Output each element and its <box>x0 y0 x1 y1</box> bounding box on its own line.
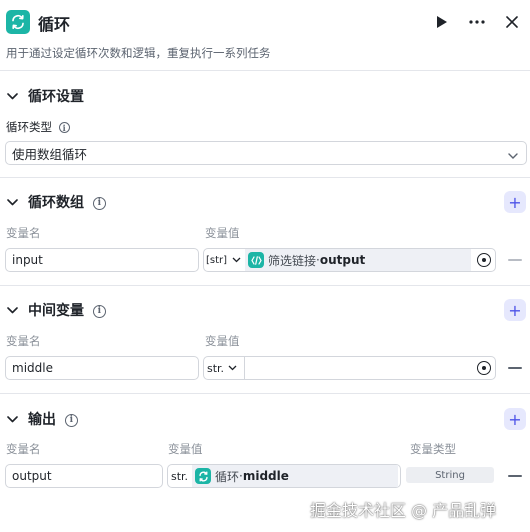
chevron-down-icon[interactable] <box>6 90 18 102</box>
column-header-name: 变量名 <box>6 226 41 240</box>
loop-type-label: 循环类型 i <box>6 119 70 135</box>
node-header: 循环 <box>0 0 530 44</box>
divider <box>0 177 530 178</box>
add-output-var-button[interactable]: + <box>504 408 526 430</box>
code-node-icon <box>248 252 264 268</box>
column-header-value: 变量值 <box>168 442 203 456</box>
output-var-name-value: output <box>12 469 52 483</box>
loop-array-section-header[interactable]: 循环数组 i + <box>0 190 530 214</box>
output-section-header[interactable]: 输出 i + <box>0 407 530 431</box>
loop-settings-section-header[interactable]: 循环设置 <box>0 84 530 108</box>
chevron-down-icon <box>228 365 237 371</box>
watermark-text: 掘金技术社区 @ 产品乱弹 <box>310 501 497 520</box>
output-var-name-input[interactable]: output <box>5 464 163 488</box>
node-reference-chip[interactable]: 筛选链接 · output <box>245 249 471 271</box>
chevron-down-icon[interactable] <box>6 304 18 316</box>
column-header-value: 变量值 <box>205 226 240 240</box>
info-icon[interactable]: i <box>58 122 70 133</box>
output-var-value-ref[interactable]: str. 循环 · middle <box>167 464 401 488</box>
var-type-tag: String <box>406 467 494 483</box>
section-title-text: 输出 <box>28 412 56 428</box>
type-badge: str. <box>171 469 189 483</box>
info-icon[interactable]: i <box>92 304 106 318</box>
array-var-name-value: input <box>12 253 43 267</box>
loop-type-value: 使用数组循环 <box>12 146 88 162</box>
remove-row-button[interactable] <box>508 259 522 261</box>
ref-field-name: middle <box>242 469 289 483</box>
ref-field-name: output <box>319 253 366 267</box>
column-header-name: 变量名 <box>6 442 41 456</box>
middle-var-name-input[interactable]: middle <box>5 356 199 380</box>
loop-type-label-text: 循环类型 <box>6 120 52 134</box>
middle-var-value-ref[interactable]: str. <box>203 356 496 380</box>
array-var-value-ref[interactable]: [str] 筛选链接 · output <box>203 248 496 272</box>
node-description: 用于通过设定循环次数和逻辑，重复执行一系列任务 <box>6 46 271 60</box>
ref-node-name: 筛选链接 <box>268 253 317 268</box>
type-badge: [str] <box>206 254 228 266</box>
column-header-value: 变量值 <box>205 334 240 348</box>
middle-var-name-value: middle <box>12 361 53 375</box>
add-array-var-button[interactable]: + <box>504 191 526 213</box>
remove-row-button[interactable] <box>508 475 522 477</box>
chevron-down-icon[interactable] <box>6 413 18 425</box>
node-reference-chip[interactable]: 循环 · middle <box>192 465 398 487</box>
divider <box>0 70 530 71</box>
section-title: 输出 i <box>28 409 78 429</box>
loop-node-icon <box>6 10 30 34</box>
array-var-name-input[interactable]: input <box>5 248 199 272</box>
ref-node-name: 循环 <box>215 469 240 484</box>
type-badge: str. <box>207 361 225 375</box>
variable-picker-icon[interactable] <box>477 361 491 375</box>
loop-node-icon <box>195 468 211 484</box>
add-middle-var-button[interactable]: + <box>504 299 526 321</box>
chevron-down-icon <box>508 148 518 163</box>
close-icon[interactable] <box>502 12 522 32</box>
middle-vars-section-header[interactable]: 中间变量 i + <box>0 298 530 322</box>
section-title-text: 中间变量 <box>28 303 84 319</box>
chevron-down-icon[interactable] <box>6 196 18 208</box>
column-header-type: 变量类型 <box>410 442 456 456</box>
divider <box>0 285 530 286</box>
loop-type-select[interactable]: 使用数组循环 <box>5 141 527 165</box>
node-title[interactable]: 循环 <box>38 11 70 35</box>
chevron-down-icon <box>232 257 241 263</box>
type-select[interactable]: str. <box>168 465 192 487</box>
info-icon[interactable]: i <box>64 413 78 427</box>
run-button[interactable] <box>432 12 452 32</box>
section-title-text: 循环数组 <box>28 195 84 211</box>
variable-picker-icon[interactable] <box>477 253 491 267</box>
section-title: 中间变量 i <box>28 300 106 320</box>
info-icon[interactable]: i <box>92 196 106 210</box>
section-title: 循环数组 i <box>28 192 106 212</box>
divider <box>0 393 530 394</box>
column-header-name: 变量名 <box>6 334 41 348</box>
type-select[interactable]: str. <box>204 357 245 379</box>
type-select[interactable]: [str] <box>204 249 245 271</box>
remove-row-button[interactable] <box>508 367 522 369</box>
more-options-icon[interactable] <box>467 12 487 32</box>
section-title: 循环设置 <box>28 89 84 105</box>
